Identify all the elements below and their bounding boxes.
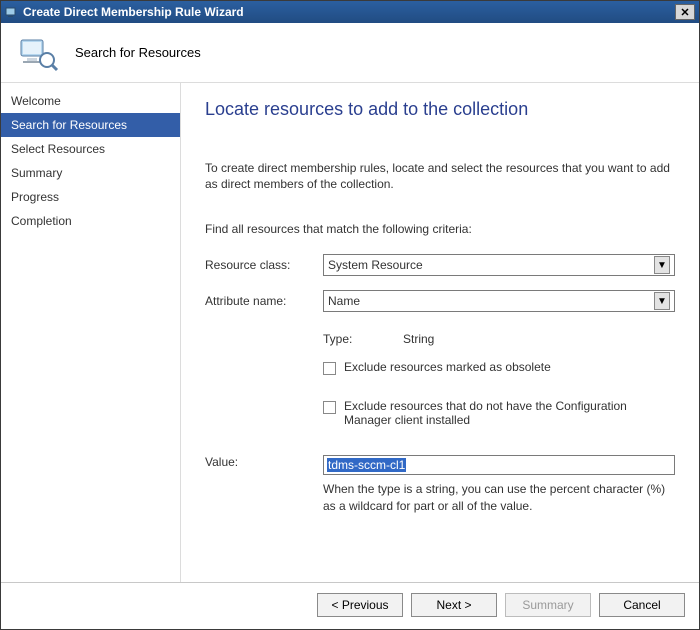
cancel-button[interactable]: Cancel [599, 593, 685, 617]
sidebar-item-select-resources[interactable]: Select Resources [1, 137, 180, 161]
header-subtitle: Search for Resources [75, 45, 201, 60]
resource-class-value: System Resource [328, 258, 423, 272]
sidebar-item-completion[interactable]: Completion [1, 209, 180, 233]
sidebar-item-welcome[interactable]: Welcome [1, 89, 180, 113]
value-input-text: tdms-sccm-cl1 [327, 458, 406, 472]
close-icon: ✕ [680, 6, 689, 19]
resource-class-label: Resource class: [205, 258, 323, 272]
chevron-down-icon: ▼ [654, 256, 670, 274]
exclude-noclient-label: Exclude resources that do not have the C… [344, 399, 675, 427]
close-button[interactable]: ✕ [675, 4, 695, 20]
criteria-label: Find all resources that match the follow… [205, 222, 675, 236]
value-input[interactable]: tdms-sccm-cl1 [323, 455, 675, 475]
sidebar-item-search-resources[interactable]: Search for Resources [1, 113, 180, 137]
exclude-obsolete-label: Exclude resources marked as obsolete [344, 360, 551, 374]
value-note: When the type is a string, you can use t… [323, 481, 675, 513]
wizard-buttons: < Previous Next > Summary Cancel [1, 582, 699, 629]
attribute-name-row: Attribute name: Name ▼ [205, 290, 675, 312]
window-title: Create Direct Membership Rule Wizard [23, 5, 675, 19]
value-label: Value: [205, 455, 323, 469]
wizard-sidebar: Welcome Search for Resources Select Reso… [1, 83, 181, 582]
previous-button[interactable]: < Previous [317, 593, 403, 617]
wizard-content: Locate resources to add to the collectio… [181, 83, 699, 582]
summary-button: Summary [505, 593, 591, 617]
type-label: Type: [323, 332, 403, 346]
attribute-name-label: Attribute name: [205, 294, 323, 308]
exclude-obsolete-row: Exclude resources marked as obsolete [323, 360, 675, 375]
type-row: Type: String [323, 332, 675, 346]
attribute-name-value: Name [328, 294, 360, 308]
exclude-noclient-row: Exclude resources that do not have the C… [323, 399, 675, 427]
titlebar: Create Direct Membership Rule Wizard ✕ [1, 1, 699, 23]
value-row: Value: tdms-sccm-cl1 When the type is a … [205, 455, 675, 513]
wizard-body: Welcome Search for Resources Select Reso… [1, 83, 699, 582]
exclude-noclient-checkbox[interactable] [323, 401, 336, 414]
wizard-window: Create Direct Membership Rule Wizard ✕ S… [0, 0, 700, 630]
attribute-name-select[interactable]: Name ▼ [323, 290, 675, 312]
type-value: String [403, 332, 434, 346]
computer-search-icon [17, 32, 59, 74]
resource-class-row: Resource class: System Resource ▼ [205, 254, 675, 276]
app-icon [5, 5, 19, 19]
chevron-down-icon: ▼ [654, 292, 670, 310]
intro-text: To create direct membership rules, locat… [205, 160, 675, 192]
resource-class-select[interactable]: System Resource ▼ [323, 254, 675, 276]
next-button[interactable]: Next > [411, 593, 497, 617]
wizard-header: Search for Resources [1, 23, 699, 83]
sidebar-item-summary[interactable]: Summary [1, 161, 180, 185]
exclude-obsolete-checkbox[interactable] [323, 362, 336, 375]
page-title: Locate resources to add to the collectio… [205, 99, 675, 120]
sidebar-item-progress[interactable]: Progress [1, 185, 180, 209]
attribute-details: Type: String Exclude resources marked as… [323, 326, 675, 441]
